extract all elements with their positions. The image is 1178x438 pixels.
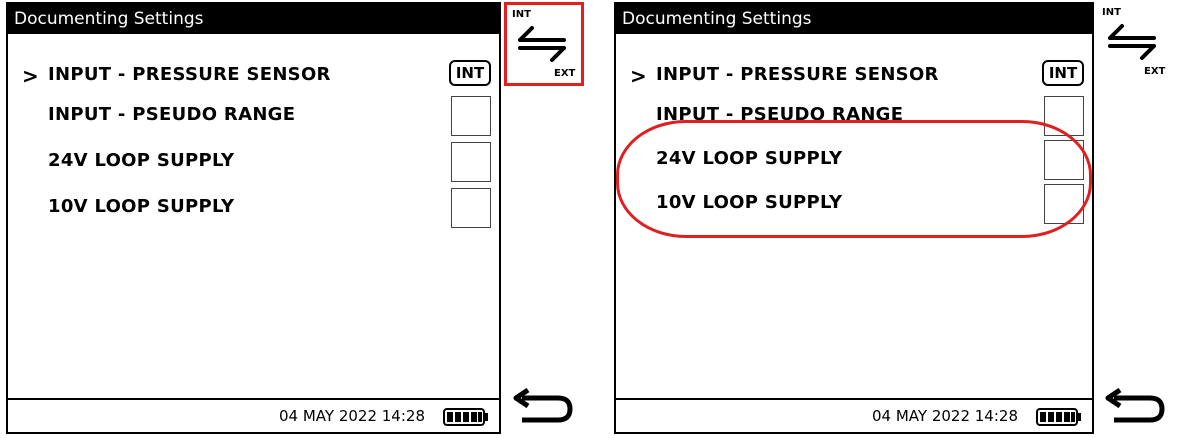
- item-label: 24V LOOP SUPPLY: [48, 150, 235, 171]
- list-item-input-pressure-sensor[interactable]: > INPUT - PRESSURE SENSOR INT: [8, 56, 499, 100]
- int-ext-swap-icon[interactable]: INT EXT: [1100, 4, 1170, 78]
- status-bar: 04 MAY 2022 14:28: [616, 398, 1092, 432]
- list-item-input-pseudo-range[interactable]: INPUT - PSEUDO RANGE: [8, 96, 499, 140]
- item-label: INPUT - PSEUDO RANGE: [48, 104, 296, 125]
- list-item-10v-loop-supply[interactable]: 10V LOOP SUPPLY: [8, 188, 499, 232]
- loop-supply-highlight: [616, 120, 1092, 238]
- battery-icon: [443, 408, 488, 426]
- item-label: INPUT - PRESSURE SENSOR: [656, 64, 939, 85]
- panel-left: Documenting Settings > INPUT - PRESSURE …: [6, 2, 586, 434]
- back-arrow-icon[interactable]: [1100, 388, 1170, 428]
- int-label: INT: [1102, 7, 1121, 18]
- int-state-badge[interactable]: INT: [1042, 60, 1084, 86]
- item-label: 10V LOOP SUPPLY: [48, 196, 235, 217]
- item-label: INPUT - PRESSURE SENSOR: [48, 64, 331, 85]
- chevron-right-icon: >: [22, 64, 39, 88]
- ext-label: EXT: [1144, 66, 1166, 77]
- checkbox[interactable]: [451, 188, 491, 228]
- chevron-right-icon: >: [630, 64, 647, 88]
- checkbox[interactable]: [451, 96, 491, 136]
- panel-right: Documenting Settings > INPUT - PRESSURE …: [614, 2, 1174, 434]
- list-item-24v-loop-supply[interactable]: 24V LOOP SUPPLY: [8, 142, 499, 186]
- datetime-label: 04 MAY 2022 14:28: [872, 407, 1018, 425]
- int-label: INT: [512, 9, 531, 20]
- list-item-input-pressure-sensor[interactable]: > INPUT - PRESSURE SENSOR INT: [616, 56, 1092, 100]
- datetime-label: 04 MAY 2022 14:28: [279, 407, 425, 425]
- screen-title: Documenting Settings: [8, 4, 499, 34]
- status-bar: 04 MAY 2022 14:28: [8, 398, 499, 432]
- ext-label: EXT: [554, 68, 576, 79]
- battery-icon: [1036, 408, 1081, 426]
- screen-title: Documenting Settings: [616, 4, 1092, 34]
- device-screen: Documenting Settings > INPUT - PRESSURE …: [6, 2, 501, 434]
- int-ext-swap-icon[interactable]: INT EXT: [510, 6, 580, 80]
- checkbox[interactable]: [451, 142, 491, 182]
- int-state-badge[interactable]: INT: [449, 60, 491, 86]
- back-arrow-icon[interactable]: [508, 388, 578, 428]
